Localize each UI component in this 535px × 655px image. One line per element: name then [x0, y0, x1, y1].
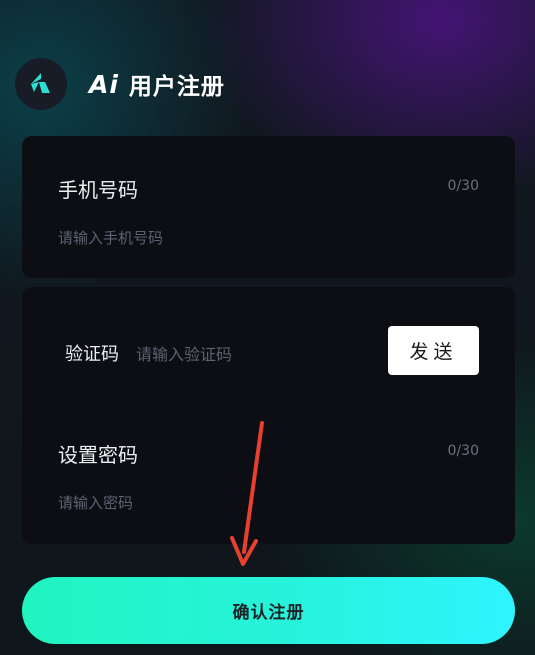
phone-char-counter: 0/30	[447, 178, 479, 194]
app-logo-icon	[15, 58, 67, 110]
password-char-counter: 0/30	[447, 443, 479, 459]
code-input[interactable]: 请输入验证码	[136, 341, 232, 365]
title-text: 用户注册	[128, 74, 225, 100]
phone-label: 手机号码	[58, 178, 138, 202]
title-ai-text: Ai	[89, 69, 119, 99]
phone-card: 手机号码 0/30 请输入手机号码	[22, 136, 515, 278]
password-input[interactable]: 请输入密码	[58, 492, 133, 513]
confirm-register-button[interactable]: 确认注册	[22, 577, 515, 644]
send-code-button[interactable]: 发送	[388, 326, 479, 375]
code-password-card: 验证码 请输入验证码 发送 设置密码 0/30 请输入密码	[22, 287, 515, 544]
code-label: 验证码	[65, 344, 119, 365]
password-label: 设置密码	[58, 443, 138, 467]
header: Ai 用户注册	[15, 58, 225, 110]
page-title: Ai 用户注册	[89, 67, 225, 101]
phone-input[interactable]: 请输入手机号码	[58, 227, 163, 248]
